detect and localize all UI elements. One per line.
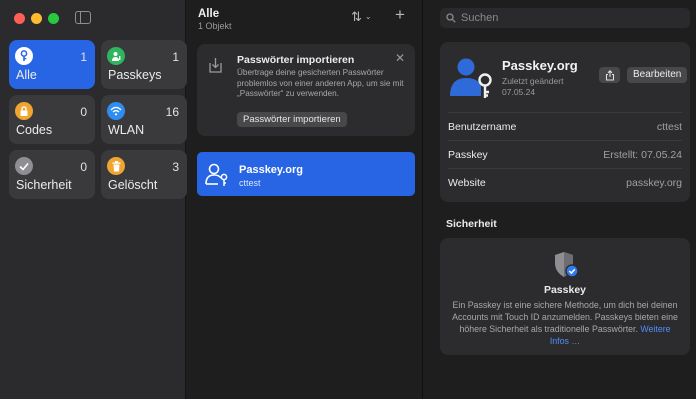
category-label: WLAN (108, 123, 145, 137)
share-button[interactable] (599, 67, 620, 83)
import-passwords-button[interactable]: Passwörter importieren (237, 112, 347, 127)
credential-title: Passkey.org (502, 58, 578, 73)
field-value: Erstellt: 07.05.24 (603, 148, 682, 161)
field-row-username: Benutzername cttest (448, 112, 682, 140)
share-icon (605, 69, 614, 81)
category-count: 3 (172, 160, 179, 174)
import-description: Übertrage deine gesicherten Passwörter p… (237, 68, 404, 98)
last-modified: Zuletzt geändert 07.05.24 (502, 76, 564, 97)
category-count: 0 (80, 105, 87, 119)
credential-card: Passkey.org Zuletzt geändert 07.05.24 Be… (440, 42, 690, 202)
category-label: Gelöscht (108, 178, 158, 192)
category-label: Sicherheit (16, 178, 72, 192)
security-section-title: Sicherheit (446, 218, 497, 230)
search-input[interactable] (461, 12, 661, 24)
chevron-down-icon: ⌄ (364, 12, 372, 21)
sort-arrows-icon: ⇅ (351, 9, 362, 24)
close-icon: ✕ (394, 51, 405, 65)
close-window-button[interactable] (14, 13, 25, 24)
category-count: 0 (80, 160, 87, 174)
wifi-icon (107, 102, 125, 120)
security-card-title: Passkey (543, 284, 587, 296)
field-row-website: Website passkey.org (448, 168, 682, 196)
import-title: Passwörter importieren (237, 54, 355, 66)
shield-check-icon (555, 252, 579, 278)
category-label: Codes (16, 123, 53, 137)
field-label: Website (448, 176, 486, 189)
category-count: 1 (80, 50, 87, 64)
category-tile-codes[interactable]: 0 Codes (9, 95, 95, 144)
field-value[interactable]: cttest (657, 121, 682, 133)
category-tile-geloescht[interactable]: 3 Gelöscht (101, 150, 187, 199)
category-tiles: 1 Alle 1 Passkeys 0 Codes 16 WLAN 0 Sich… (9, 40, 187, 199)
field-value[interactable]: passkey.org (626, 177, 682, 189)
detail-pane: Passkey.org Zuletzt geändert 07.05.24 Be… (424, 0, 696, 399)
lock-code-icon (15, 102, 33, 120)
trash-icon (107, 157, 125, 175)
sidebar: 1 Alle 1 Passkeys 0 Codes 16 WLAN 0 Sich… (0, 0, 187, 399)
item-list-pane: Alle 1 Objekt ⇅ ⌄ + ✕ Passwörter importie… (187, 0, 423, 399)
window-controls (14, 13, 59, 24)
search-field[interactable] (440, 8, 690, 28)
security-description: Ein Passkey ist eine sichere Methode, um… (450, 299, 680, 347)
field-row-passkey: Passkey Erstellt: 07.05.24 (448, 140, 682, 168)
import-banner: ✕ Passwörter importieren Übertrage deine… (197, 44, 415, 136)
checkmark-icon (15, 157, 33, 175)
security-card: Passkey Ein Passkey ist eine sichere Met… (440, 238, 690, 355)
search-icon (446, 13, 456, 23)
zoom-window-button[interactable] (48, 13, 59, 24)
category-count: 16 (165, 105, 179, 119)
list-item-username: cttest (239, 178, 261, 188)
list-title: Alle (198, 8, 220, 20)
key-icon (15, 47, 33, 65)
category-tile-passkeys[interactable]: 1 Passkeys (101, 40, 187, 89)
category-label: Alle (16, 68, 37, 82)
credential-header: Passkey.org Zuletzt geändert 07.05.24 Be… (440, 42, 690, 108)
minimize-window-button[interactable] (31, 13, 42, 24)
passkey-person-icon (205, 163, 228, 186)
list-item[interactable]: Passkey.org cttest (197, 152, 415, 196)
edit-button[interactable]: Bearbeiten (627, 67, 688, 83)
import-tray-icon (209, 58, 222, 73)
field-label: Passkey (448, 148, 488, 161)
category-label: Passkeys (108, 68, 162, 82)
person-key-icon (107, 47, 125, 65)
close-banner-button[interactable]: ✕ (395, 51, 405, 65)
add-item-button[interactable]: + (395, 5, 405, 25)
list-item-count: 1 Objekt (198, 21, 232, 31)
category-tile-wlan[interactable]: 16 WLAN (101, 95, 187, 144)
category-tile-alle[interactable]: 1 Alle (9, 40, 95, 89)
category-count: 1 (172, 50, 179, 64)
sort-button[interactable]: ⇅ ⌄ (351, 9, 372, 25)
category-tile-sicherheit[interactable]: 0 Sicherheit (9, 150, 95, 199)
sidebar-toggle-icon[interactable] (75, 11, 91, 24)
passkey-avatar-icon (450, 58, 492, 98)
list-item-title: Passkey.org (239, 164, 304, 176)
field-label: Benutzername (448, 120, 517, 133)
plus-icon: + (395, 5, 405, 24)
